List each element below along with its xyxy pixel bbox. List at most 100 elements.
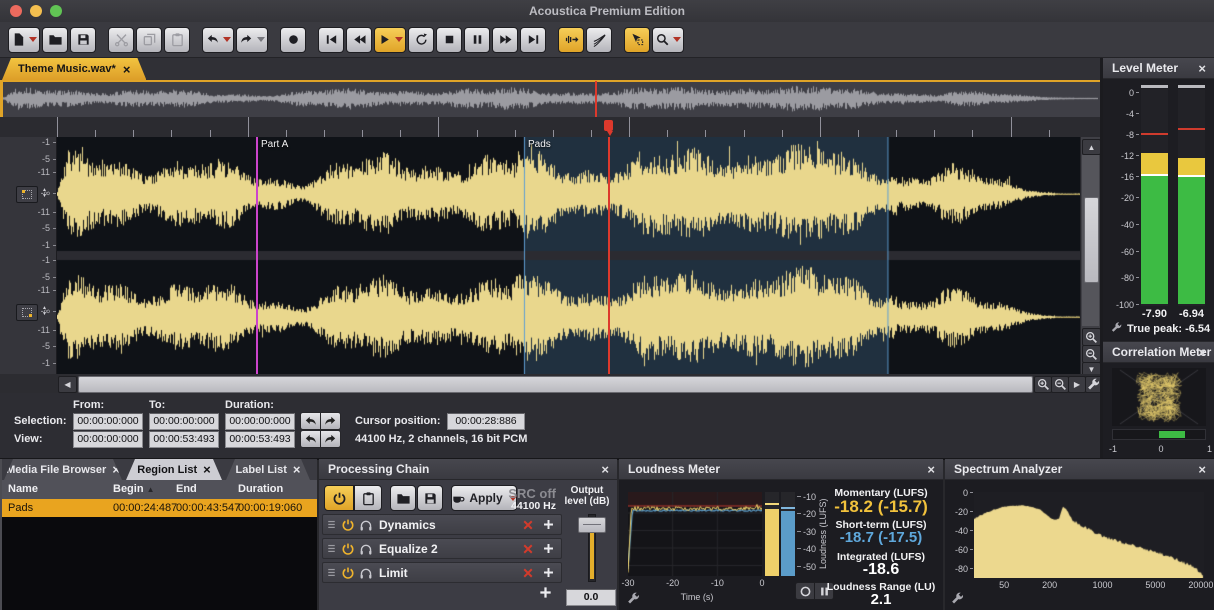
marker-part-a-line[interactable] (256, 137, 258, 374)
effect-add-icon[interactable] (542, 566, 555, 579)
save-file-button[interactable] (70, 27, 96, 53)
loudness-settings-wrench-icon[interactable] (626, 591, 641, 606)
output-slider-handle[interactable] (578, 517, 606, 533)
close-icon[interactable]: × (1198, 342, 1206, 363)
selection-to-field[interactable]: 00:00:00:000 (149, 413, 219, 430)
vertical-zoom-out-button[interactable] (1082, 345, 1101, 363)
spectrum-settings-wrench-icon[interactable] (950, 591, 965, 606)
view-duration-field[interactable]: 00:00:53:493 (225, 431, 295, 448)
effect-remove-icon[interactable] (522, 543, 534, 555)
browser-tab-media-file-browser[interactable]: Media File Browser× (4, 459, 122, 480)
effect-headphones-icon[interactable] (359, 566, 373, 580)
drag-handle-icon[interactable] (325, 566, 338, 579)
close-icon[interactable]: × (601, 459, 609, 480)
scroll-right-button[interactable]: ▶ (1068, 376, 1086, 393)
drag-handle-icon[interactable] (325, 518, 338, 531)
processing-chain-title-bar[interactable]: Processing Chain × (319, 459, 617, 480)
effect-power-icon[interactable] (341, 518, 355, 532)
level-meter-title-bar[interactable]: Level Meter × (1103, 58, 1214, 79)
record-button[interactable] (280, 27, 306, 53)
effect-remove-icon[interactable] (522, 519, 534, 531)
scroll-up-button[interactable]: ▲ (1082, 139, 1101, 155)
selection-redo-button[interactable] (320, 412, 341, 430)
zoom-tool-button[interactable] (652, 27, 684, 53)
effect-add-icon[interactable] (542, 518, 555, 531)
column-header-name[interactable]: Name (8, 483, 38, 495)
close-icon[interactable]: × (1198, 459, 1206, 480)
chain-open-button[interactable] (390, 485, 416, 511)
effect-headphones-icon[interactable] (359, 542, 373, 556)
view-redo-button[interactable] (320, 430, 341, 448)
effect-power-icon[interactable] (341, 542, 355, 556)
level-meter-wrench-icon[interactable] (1110, 321, 1123, 334)
close-icon[interactable]: × (927, 459, 935, 480)
chain-enable-button[interactable] (324, 485, 354, 511)
cursor-position-field[interactable]: 00:00:28:886 (447, 413, 525, 430)
stop-button[interactable] (436, 27, 462, 53)
effect-add-icon[interactable] (542, 542, 555, 555)
overview-playhead[interactable] (595, 81, 597, 117)
open-file-button[interactable] (42, 27, 68, 53)
pause-button[interactable] (464, 27, 490, 53)
tab-close-icon[interactable]: × (293, 463, 301, 476)
output-level-value[interactable]: 0.0 (566, 589, 616, 606)
drag-handle-icon[interactable] (325, 542, 338, 555)
tab-close-icon[interactable]: × (123, 63, 131, 76)
chain-save-button[interactable] (417, 485, 443, 511)
playhead-line[interactable] (608, 137, 610, 374)
horizontal-scrollbar-thumb[interactable] (78, 376, 1033, 393)
go-to-start-button[interactable] (318, 27, 344, 53)
browser-tab-label-list[interactable]: Label List× (226, 459, 310, 480)
horizontal-zoom-out-button[interactable] (1051, 376, 1069, 393)
loop-playback-button[interactable] (408, 27, 434, 53)
scroll-left-button[interactable]: ◀ (58, 376, 77, 393)
browser-tab-region-list[interactable]: Region List× (126, 459, 222, 480)
overview-strip[interactable] (0, 80, 1100, 117)
vertical-scrollbar-thumb[interactable] (1084, 197, 1099, 283)
loudness-reset-button[interactable] (795, 582, 815, 600)
selection-undo-button[interactable] (300, 412, 321, 430)
go-to-end-button[interactable] (520, 27, 546, 53)
new-file-button[interactable] (8, 27, 40, 53)
selection-from-field[interactable]: 00:00:00:000 (73, 413, 143, 430)
paste-button[interactable] (164, 27, 190, 53)
chain-clipboard-button[interactable] (354, 485, 382, 511)
view-from-field[interactable]: 00:00:00:000 (73, 431, 143, 448)
copy-button[interactable] (136, 27, 162, 53)
redo-button[interactable] (236, 27, 268, 53)
level-view-button[interactable] (586, 27, 612, 53)
horizontal-zoom-in-button[interactable] (1034, 376, 1052, 393)
column-header-duration[interactable]: Duration (238, 483, 283, 495)
fast-forward-button[interactable] (492, 27, 518, 53)
timeline-ruler[interactable]: 00:00:00:00000:00:10:00000:00:20:00000:0… (0, 117, 1100, 138)
region-list-row-pads[interactable]: Pads00:00:24:48700:00:43:54700:00:19:060 (2, 499, 317, 517)
play-button[interactable] (374, 27, 406, 53)
chain-effect-dynamics[interactable]: Dynamics (322, 514, 562, 535)
cursor-pin-icon[interactable] (604, 120, 613, 131)
spectrum-analyzer-title-bar[interactable]: Spectrum Analyzer × (945, 459, 1214, 480)
selection-tool-button[interactable] (624, 27, 650, 53)
selection-duration-field[interactable]: 00:00:00:000 (225, 413, 295, 430)
column-header-end[interactable]: End (176, 483, 197, 495)
rewind-button[interactable] (346, 27, 372, 53)
effect-headphones-icon[interactable] (359, 518, 373, 532)
chain-effect-limit[interactable]: Limit (322, 562, 562, 583)
tab-close-icon[interactable]: × (203, 463, 211, 476)
loudness-meter-title-bar[interactable]: Loudness Meter × (619, 459, 943, 480)
vertical-zoom-in-button[interactable] (1082, 328, 1101, 346)
cut-button[interactable] (108, 27, 134, 53)
waveform-canvas[interactable] (57, 137, 1080, 374)
correlation-meter-title-bar[interactable]: Correlation Meter × (1103, 342, 1214, 363)
effect-power-icon[interactable] (341, 566, 355, 580)
chain-effect-equalize-2[interactable]: Equalize 2 (322, 538, 562, 559)
column-header-begin[interactable]: Begin ▲ (113, 483, 155, 495)
effect-remove-icon[interactable] (522, 567, 534, 579)
undo-button[interactable] (202, 27, 234, 53)
view-undo-button[interactable] (300, 430, 321, 448)
close-icon[interactable]: × (1198, 58, 1206, 79)
chain-add-effect-button[interactable] (538, 585, 553, 600)
tab-theme-music[interactable]: Theme Music.wav* × (2, 58, 146, 80)
scrub-playback-button[interactable] (558, 27, 584, 53)
view-to-field[interactable]: 00:00:53:493 (149, 431, 219, 448)
region-list-header[interactable]: Name Begin ▲ End Duration (2, 480, 317, 499)
